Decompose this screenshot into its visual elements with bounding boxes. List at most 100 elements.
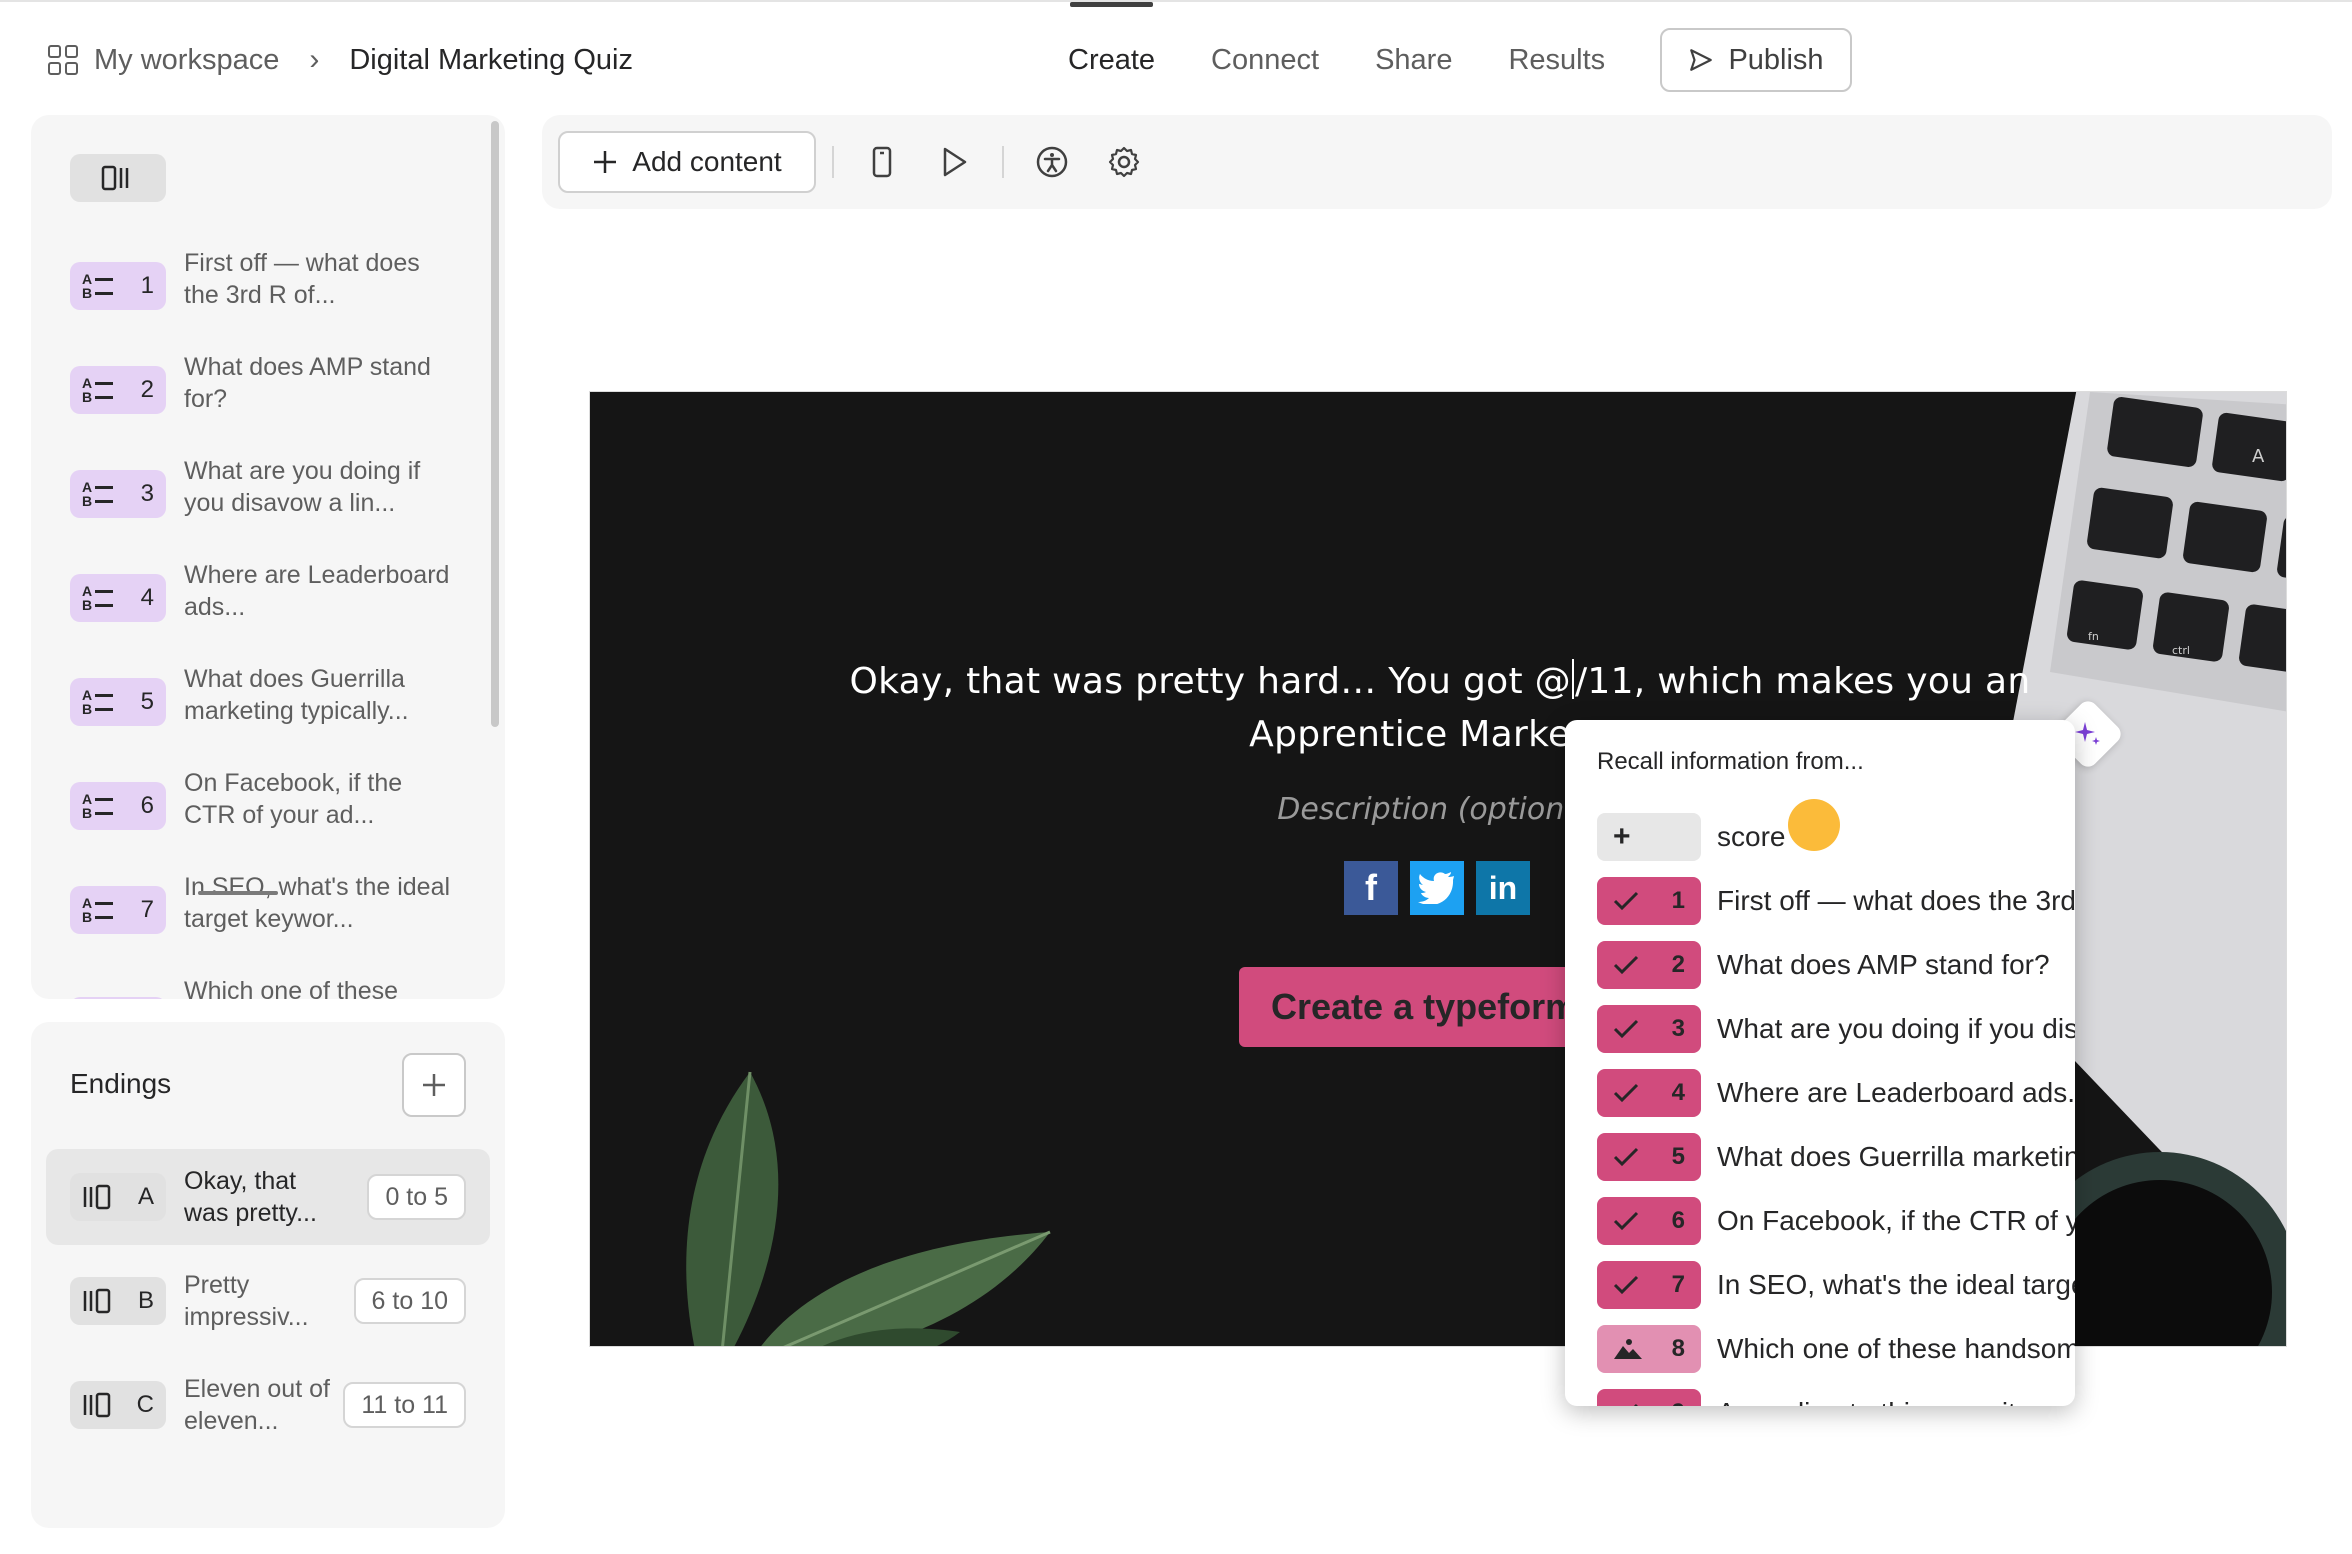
check-icon (1613, 1147, 1639, 1167)
question-number: 1 (140, 272, 154, 299)
question-item-8[interactable]: AB 8 Which one of these (70, 975, 490, 999)
gear-icon (1108, 146, 1140, 178)
question-number: 6 (140, 792, 154, 819)
question-title: What does Guerrilla marketing typically.… (184, 665, 409, 725)
text-cursor (1571, 659, 1574, 699)
question-item-1[interactable]: AB 1 First off — what does the 3rd R of.… (70, 247, 490, 337)
tab-results[interactable]: Results (1480, 38, 1633, 82)
editor-toolbar: Add content (542, 115, 2332, 209)
social-share-buttons: f in (1344, 861, 1530, 915)
multiple-choice-icon: AB (82, 272, 114, 300)
question-title: In SEO, what's the ideal target keywor..… (184, 873, 451, 933)
tab-share[interactable]: Share (1347, 38, 1480, 82)
plus-icon: + (1613, 820, 1631, 853)
question-title: Which one of these (184, 977, 399, 999)
score-range-badge[interactable]: 11 to 11 (343, 1382, 466, 1428)
question-item-4[interactable]: AB 4 Where are Leaderboard ads... (70, 559, 490, 649)
publish-button[interactable]: Publish (1660, 28, 1852, 92)
welcome-screen-icon (101, 165, 129, 191)
question-badge: AB 1 (70, 262, 166, 310)
twitter-icon[interactable] (1410, 861, 1464, 915)
recall-option-3[interactable]: 3 What are you doing if you disavow a li… (1597, 1004, 2075, 1054)
tab-create[interactable]: Create (1040, 2, 1183, 82)
add-content-label: Add content (632, 146, 782, 177)
question-number: 5 (1671, 1143, 1685, 1170)
question-number: 5 (140, 688, 154, 715)
question-item-3[interactable]: AB 3 What are you doing if you disavow a… (70, 455, 490, 545)
tab-connect[interactable]: Connect (1183, 38, 1347, 82)
svg-text:fn: fn (2088, 630, 2099, 643)
score-range-badge[interactable]: 6 to 10 (353, 1278, 466, 1324)
ending-item-a[interactable]: A Okay, that was pretty... 0 to 5 (46, 1149, 490, 1245)
top-bar: My workspace › Digital Marketing Quiz Cr… (0, 0, 2352, 116)
question-number: 7 (140, 896, 154, 923)
question-badge: AB 4 (70, 574, 166, 622)
main-nav-tabs: Create Connect Share Results (1040, 2, 1633, 82)
ending-title: Eleven out of eleven... (184, 1375, 330, 1435)
multiple-choice-icon: AB (82, 376, 114, 404)
ending-badge: C (70, 1381, 166, 1429)
toolbar-divider (832, 146, 834, 178)
recall-option-9[interactable]: 9 According to this reposit... (1597, 1388, 2075, 1406)
welcome-screen-toggle[interactable] (70, 154, 166, 202)
ending-letter: C (136, 1391, 154, 1418)
variable-badge: + (1597, 813, 1701, 861)
workspace-grid-icon[interactable] (48, 45, 78, 75)
recall-option-label: What does AMP stand for? (1717, 949, 2050, 980)
multiple-choice-icon: AB (82, 792, 114, 820)
multiple-choice-icon: AB (82, 584, 114, 612)
add-ending-button[interactable] (402, 1053, 466, 1117)
recall-option-label: On Facebook, if the CTR of your ad... (1717, 1205, 2075, 1236)
sparkle-icon (2075, 722, 2100, 745)
recall-option-8[interactable]: 8 Which one of these handsome (1597, 1324, 2075, 1374)
question-badge: AB 2 (70, 366, 166, 414)
score-range-badge[interactable]: 0 to 5 (367, 1174, 466, 1220)
recall-option-1[interactable]: 1 First off — what does the 3rd R of... (1597, 876, 2075, 926)
send-icon (1690, 49, 1713, 71)
question-number: 4 (1671, 1079, 1685, 1106)
recall-option-label: What does Guerrilla marketing typically.… (1717, 1141, 2075, 1172)
breadcrumb-workspace-link[interactable]: My workspace (94, 44, 279, 77)
create-typeform-button[interactable]: Create a typeform (1239, 967, 1599, 1047)
mobile-icon (872, 146, 892, 178)
question-number: 7 (1671, 1271, 1685, 1298)
multiple-choice-icon: AB (82, 896, 114, 924)
accessibility-button[interactable] (1034, 144, 1070, 180)
preview-play-button[interactable] (936, 144, 972, 180)
play-icon (943, 147, 967, 177)
question-badge: 1 (1597, 877, 1701, 925)
ending-item-c[interactable]: C Eleven out of eleven... 11 to 11 (46, 1357, 490, 1453)
recall-option-label: In SEO, what's the ideal target keywor..… (1717, 1269, 2075, 1300)
toolbar-divider (1002, 146, 1004, 178)
ending-screen-icon (83, 1392, 111, 1418)
recall-option-label: Where are Leaderboard ads... (1717, 1077, 2075, 1108)
question-item-5[interactable]: AB 5 What does Guerrilla marketing typic… (70, 663, 490, 753)
ending-item-b[interactable]: B Pretty impressiv... 6 to 10 (46, 1253, 490, 1349)
question-item-6[interactable]: AB 6 On Facebook, if the CTR of your ad.… (70, 767, 490, 857)
question-item-2[interactable]: AB 2 What does AMP stand for? (70, 351, 490, 441)
settings-button[interactable] (1106, 144, 1142, 180)
recall-option-label: Which one of these handsome (1717, 1333, 2075, 1364)
question-number: 4 (140, 584, 154, 611)
recall-option-5[interactable]: 5 What does Guerrilla marketing typicall… (1597, 1132, 2075, 1182)
recall-option-6[interactable]: 6 On Facebook, if the CTR of your ad... (1597, 1196, 2075, 1246)
ending-badge: B (70, 1277, 166, 1325)
plus-icon (423, 1074, 445, 1096)
question-number: 1 (1671, 887, 1685, 914)
recall-option-4[interactable]: 4 Where are Leaderboard ads... (1597, 1068, 2075, 1118)
recall-option-7[interactable]: 7 In SEO, what's the ideal target keywor… (1597, 1260, 2075, 1310)
questions-scrollbar[interactable] (491, 121, 499, 727)
linkedin-icon[interactable]: in (1476, 861, 1530, 915)
question-item-7[interactable]: AB 7 In SEO, what's the ideal target key… (70, 871, 490, 961)
multiple-choice-icon: AB (82, 480, 114, 508)
check-icon (1613, 891, 1639, 911)
ending-letter: A (137, 1183, 154, 1210)
recall-dropdown-title: Recall information from... (1597, 748, 1864, 775)
add-content-button[interactable]: Add content (558, 131, 816, 193)
form-title[interactable]: Digital Marketing Quiz (349, 44, 633, 77)
leaf-plant-image (686, 1071, 1051, 1346)
facebook-icon[interactable]: f (1344, 861, 1398, 915)
recall-option-2[interactable]: 2 What does AMP stand for? (1597, 940, 2075, 990)
panel-resize-handle[interactable] (198, 891, 278, 895)
mobile-preview-button[interactable] (864, 144, 900, 180)
